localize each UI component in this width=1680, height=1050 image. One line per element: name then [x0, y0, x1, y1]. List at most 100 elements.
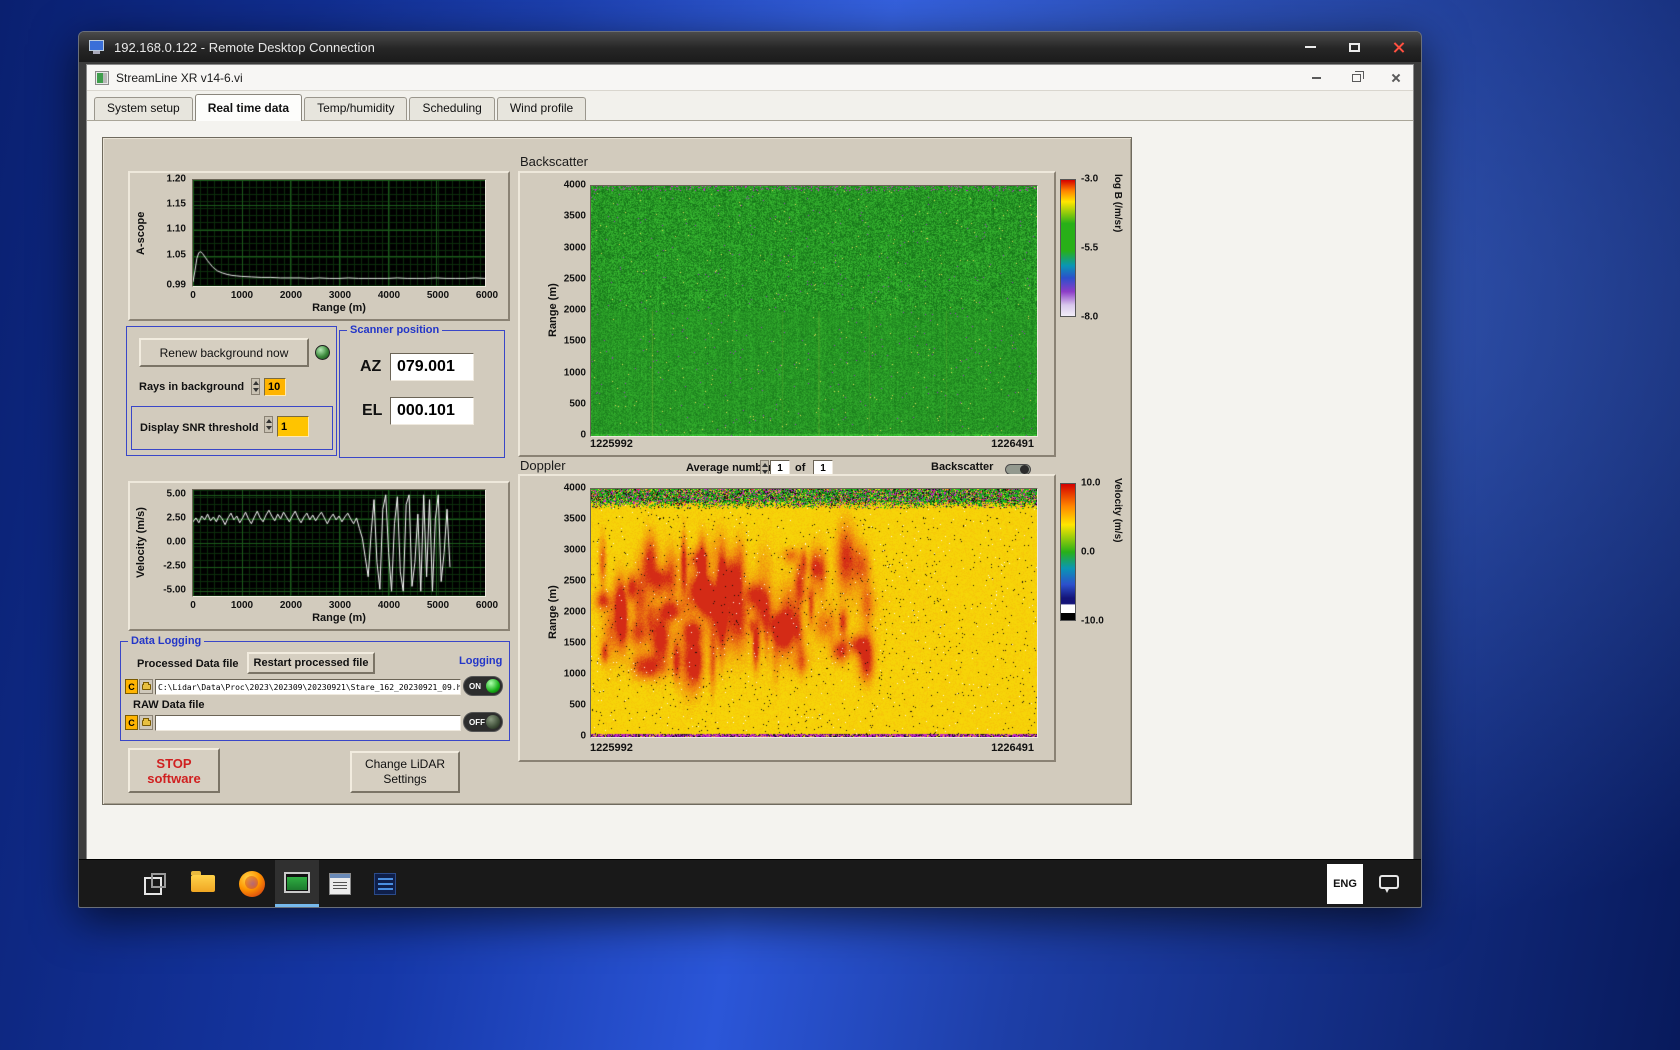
renew-background-button[interactable]: Renew background now — [139, 338, 309, 367]
app-restore-button[interactable] — [1347, 70, 1365, 86]
backscatter-heatmap — [590, 185, 1038, 437]
rdp-maximize-button[interactable] — [1341, 38, 1367, 56]
scanner-position-legend: Scanner position — [347, 323, 443, 337]
axis-tick: 2000 — [563, 304, 586, 316]
app-titlebar[interactable]: StreamLine XR v14-6.vi — [87, 65, 1413, 91]
change-lidar-settings-button[interactable]: Change LiDAR Settings — [350, 751, 460, 793]
axis-tick: 1.05 — [166, 249, 186, 261]
drive-icon[interactable]: C — [125, 715, 138, 730]
tab-wind-profile[interactable]: Wind profile — [496, 97, 587, 120]
scan-scheduler-icon[interactable] — [329, 873, 351, 895]
backscatter-toggle-label: Backscatter — [931, 461, 994, 473]
close-icon — [1392, 41, 1405, 54]
app-minimize-button[interactable] — [1307, 70, 1325, 86]
raw-path-field[interactable] — [155, 715, 461, 731]
tab-scheduling[interactable]: Scheduling — [409, 97, 495, 120]
folder-browse-icon[interactable] — [139, 715, 153, 730]
velocity-y-axis: 5.00 2.50 0.00 -2.50 -5.00 — [152, 488, 188, 595]
ascope-y-axis-label: A-scope — [135, 211, 147, 255]
increment-icon[interactable] — [265, 419, 272, 424]
raw-logging-toggle[interactable]: OFF — [463, 712, 503, 732]
taskbar-item-streamline-active[interactable] — [275, 860, 319, 907]
folder-browse-icon[interactable] — [139, 679, 153, 694]
axis-tick: 0 — [190, 600, 196, 611]
app-close-button[interactable] — [1387, 70, 1405, 86]
increment-icon[interactable] — [761, 463, 768, 468]
decrement-icon[interactable] — [252, 387, 259, 392]
colorbar-tick: -10.0 — [1081, 615, 1104, 627]
processed-logging-toggle[interactable]: ON — [463, 676, 503, 696]
rdp-window-title: 192.168.0.122 - Remote Desktop Connectio… — [114, 39, 375, 55]
folder-icon — [141, 717, 151, 726]
axis-tick: 5000 — [426, 600, 450, 611]
drive-icon[interactable]: C — [125, 679, 138, 694]
app-title: StreamLine XR v14-6.vi — [116, 70, 243, 85]
axis-tick: 1500 — [563, 335, 586, 347]
notification-icon[interactable] — [1379, 875, 1399, 893]
axis-tick: 4000 — [377, 290, 401, 301]
ascope-x-axis: 0 1000 2000 3000 4000 5000 6000 — [190, 290, 498, 301]
logging-label: Logging — [459, 655, 503, 667]
tab-real-time-data[interactable]: Real time data — [194, 94, 303, 121]
axis-tick: 500 — [569, 699, 586, 711]
el-value-field: 000.101 — [390, 397, 474, 425]
snr-threshold-field[interactable]: 1 — [277, 416, 309, 437]
doppler-heatmap — [590, 488, 1038, 738]
doppler-time-end: 1226491 — [991, 742, 1034, 754]
doppler-title: Doppler — [520, 458, 566, 473]
tab-system-setup[interactable]: System setup — [94, 97, 193, 120]
taskbar: ENG — [79, 859, 1421, 907]
axis-tick: -2.50 — [163, 560, 186, 572]
restart-processed-file-button[interactable]: Restart processed file — [247, 652, 375, 674]
axis-tick: 2500 — [563, 575, 586, 587]
task-view-icon[interactable] — [143, 872, 167, 896]
text-app-icon[interactable] — [374, 873, 396, 895]
tab-bar: System setup Real time data Temp/humidit… — [87, 91, 1413, 121]
az-value-field: 079.001 — [390, 353, 474, 381]
change-button-line2: Settings — [383, 772, 427, 786]
axis-tick: 1000 — [230, 290, 254, 301]
stop-button-line2: software — [147, 770, 201, 786]
language-indicator[interactable]: ENG — [1327, 864, 1363, 904]
rdp-minimize-button[interactable] — [1297, 38, 1323, 56]
axis-tick: 1000 — [230, 600, 254, 611]
axis-tick: 3000 — [563, 242, 586, 253]
labview-app-icon — [95, 70, 109, 85]
remote-session-area: StreamLine XR v14-6.vi System setup Real… — [79, 62, 1421, 907]
rays-spinner[interactable] — [251, 378, 260, 395]
backscatter-y-axis: 4000 3500 3000 2500 2000 1500 1000 500 0 — [558, 180, 588, 441]
change-button-line1: Change LiDAR — [364, 757, 446, 771]
rays-in-background-label: Rays in background — [139, 381, 245, 393]
tab-temp-humidity[interactable]: Temp/humidity — [304, 97, 408, 120]
minimize-icon — [1304, 46, 1316, 48]
increment-icon[interactable] — [252, 381, 259, 386]
app-window-controls — [1307, 70, 1405, 86]
firefox-icon[interactable] — [239, 871, 265, 897]
backscatter-colorbar-ticks: -3.0 -5.5 -8.0 — [1081, 174, 1113, 323]
axis-tick: 2000 — [279, 600, 303, 611]
rdp-window-controls — [1297, 38, 1411, 56]
doppler-y-axis: 4000 3500 3000 2500 2000 1500 1000 500 0 — [558, 483, 588, 742]
snr-spinner[interactable] — [264, 416, 273, 433]
scanner-position-box: Scanner position AZ 079.001 EL 000.101 — [339, 323, 505, 458]
doppler-colorbar: 10.0 0.0 -10.0 Velocity (m/s) — [1058, 478, 1130, 630]
velocity-x-axis: 0 1000 2000 3000 4000 5000 6000 — [190, 600, 498, 611]
axis-tick: 4000 — [377, 600, 401, 611]
colorbar-tick: -5.5 — [1081, 242, 1099, 254]
axis-tick: 0 — [580, 730, 586, 742]
axis-tick: 3000 — [328, 600, 352, 611]
data-logging-box: Data Logging Processed Data file Restart… — [120, 634, 510, 741]
rdp-close-button[interactable] — [1385, 38, 1411, 56]
backscatter-time-start: 1225992 — [590, 438, 633, 450]
decrement-icon[interactable] — [265, 425, 272, 430]
rays-in-background-field[interactable]: 10 — [264, 378, 286, 396]
axis-tick: 1500 — [563, 637, 586, 649]
colorbar-tick: 10.0 — [1081, 477, 1101, 489]
processed-path-field[interactable]: C:\Lidar\Data\Proc\2023\202309\20230921\… — [155, 679, 461, 695]
snr-threshold-box: Display SNR threshold 1 — [131, 406, 333, 450]
file-explorer-icon[interactable] — [191, 871, 215, 892]
rdp-titlebar[interactable]: 192.168.0.122 - Remote Desktop Connectio… — [79, 32, 1421, 62]
axis-tick: 1000 — [563, 668, 586, 680]
backscatter-time-end: 1226491 — [991, 438, 1034, 450]
stop-software-button[interactable]: STOP software — [128, 748, 220, 793]
